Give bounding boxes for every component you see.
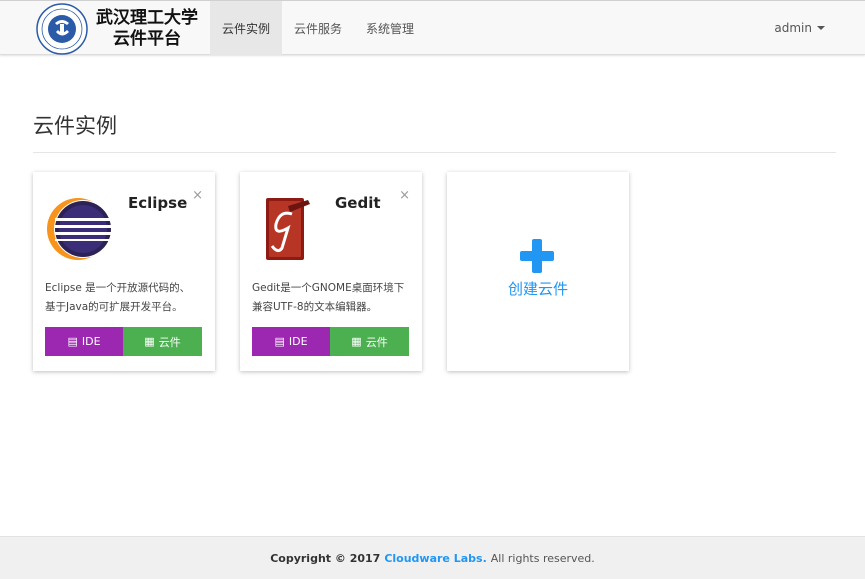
nav-item-system-admin[interactable]: 系统管理 [354,1,426,55]
list-icon: ▤ [67,335,78,348]
divider [33,152,836,153]
footer-copyright: Copyright © 2017 [270,551,381,565]
description-line: 基于Java的可扩展开发平台。 [45,301,183,313]
cloudware-button-label: 云件 [365,335,388,349]
user-menu[interactable]: admin [774,1,825,55]
card-title: Gedit [335,194,381,212]
plus-icon [520,239,554,273]
card-gedit: × Gedit Gedit是一个GNOME桌面环境下 兼容UTF-8的文本编辑器… [240,172,422,371]
card-eclipse: × Eclipse Eclipse 是一个开放源代码的、 基于Java的可扩展开… [33,172,215,371]
card-description: Eclipse 是一个开放源代码的、 基于Java的可扩展开发平台。 [45,279,210,317]
grid-icon: ▦ [351,335,362,348]
list-icon: ▤ [274,335,285,348]
brand-line1: 武汉理工大学 [96,8,198,28]
close-icon[interactable]: × [399,189,410,202]
cloudware-button[interactable]: ▦ 云件 [330,327,409,356]
eclipse-icon [47,198,113,260]
university-logo [36,3,88,55]
caret-down-icon [817,26,825,30]
cloudware-button[interactable]: ▦ 云件 [123,327,202,356]
ide-button[interactable]: ▤ IDE [45,327,123,356]
nav-item-cloudware-services[interactable]: 云件服务 [282,1,354,55]
footer: Copyright © 2017 Cloudware Labs. All rig… [0,536,865,579]
nav-item-cloudware-instances[interactable]: 云件实例 [210,1,283,55]
card-actions: ▤ IDE ▦ 云件 [45,327,202,356]
brand-text: 武汉理工大学 云件平台 [96,8,198,50]
main-nav: 云件实例 云件服务 系统管理 [210,1,426,55]
footer-company-link[interactable]: Cloudware Labs. [384,552,486,565]
create-cloudware-card[interactable]: 创建云件 [447,172,629,371]
footer-rights: All rights reserved. [490,551,595,565]
card-title: Eclipse [128,194,188,212]
description-line: Eclipse 是一个开放源代码的、 [45,282,191,294]
top-navbar: 武汉理工大学 云件平台 云件实例 云件服务 系统管理 admin [0,0,865,55]
brand-line2: 云件平台 [113,29,181,49]
cloudware-button-label: 云件 [158,335,181,349]
create-cloudware-label: 创建云件 [507,280,568,298]
close-icon[interactable]: × [192,189,203,202]
gedit-icon [266,198,310,260]
description-line: 兼容UTF-8的文本编辑器。 [252,301,378,313]
description-line: Gedit是一个GNOME桌面环境下 [252,282,405,294]
ide-button[interactable]: ▤ IDE [252,327,330,356]
ide-button-label: IDE [81,335,101,348]
brand[interactable]: 武汉理工大学 云件平台 [36,3,198,55]
page-title: 云件实例 [33,114,117,138]
card-actions: ▤ IDE ▦ 云件 [252,327,409,356]
username: admin [774,21,812,35]
ide-button-label: IDE [288,335,308,348]
card-description: Gedit是一个GNOME桌面环境下 兼容UTF-8的文本编辑器。 [252,279,417,317]
grid-icon: ▦ [144,335,155,348]
